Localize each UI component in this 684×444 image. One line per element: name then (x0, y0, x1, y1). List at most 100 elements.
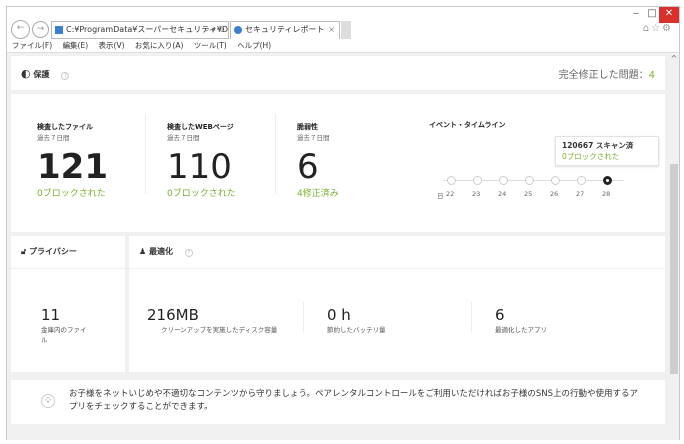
divider (275, 114, 276, 194)
stat-label: 検査したファイル (37, 123, 93, 131)
stat-period: 過去７日間 (297, 134, 330, 142)
apps-stat: 6 最適化したアプリ (495, 306, 547, 334)
broom-icon: ♟ (139, 247, 147, 256)
tab-security-report[interactable]: セキュリティレポート × (230, 21, 340, 39)
stat-value: 6 (297, 147, 319, 187)
report-content: ◐ 保護? 完全修正した問題：4 検査したファイル 過去７日間 121 0ブロッ… (7, 54, 669, 440)
timeline-point[interactable] (551, 176, 560, 185)
menu-file[interactable]: ファイル(F) (12, 41, 52, 50)
stat-vulnerabilities: 脆弱性 過去７日間 6 4修正済み (297, 122, 339, 199)
timeline-day-label: 26 (550, 190, 559, 198)
menu-favorites[interactable]: お気に入り(A) (135, 41, 183, 50)
tooltip-scans: 120667 スキャン済 (562, 141, 634, 150)
day-label: 日 (437, 192, 444, 200)
scrollbar-thumb[interactable] (670, 164, 678, 374)
fixed-issues: 完全修正した問題：4 (559, 66, 655, 81)
timeline-day-label: 24 (498, 190, 507, 198)
privacy-stat: 11 金庫内のファイル (41, 306, 91, 344)
menu-edit[interactable]: 編集(E) (63, 41, 89, 50)
protection-title-text: 保護 (33, 70, 50, 79)
help-icon[interactable]: ? (61, 72, 70, 80)
minimize-button[interactable]: ‒ (629, 7, 643, 23)
protection-header: ◐ 保護? 完全修正した問題：4 (11, 56, 665, 90)
tab-close-icon[interactable]: × (328, 22, 335, 38)
close-button[interactable]: ✕ (659, 7, 679, 23)
stat-label: 検査したWEBページ (167, 123, 234, 131)
lightbulb-icon: 💡︎ (41, 394, 55, 408)
new-tab-button[interactable] (341, 21, 351, 39)
battery-stat: 0 h 節約したバッテリ量 (327, 306, 386, 334)
disk-stat: 216MB クリーンアップを実施したディスク容量 (147, 306, 277, 334)
tooltip-blocked: 0ブロックされた (562, 152, 620, 161)
ie-icon (234, 26, 242, 34)
timeline-point[interactable] (499, 176, 508, 185)
timeline-point[interactable] (447, 176, 456, 185)
divider (471, 302, 472, 332)
divider (129, 268, 665, 269)
browser-tools[interactable]: ⌂☆⚙ (643, 23, 673, 34)
stat-note: 0ブロックされた (167, 189, 236, 199)
forward-button[interactable]: → (32, 21, 49, 38)
timeline-point[interactable] (525, 176, 534, 185)
protection-title: ◐ 保護? (21, 67, 70, 80)
stat-webpages: 検査したWEBページ 過去７日間 110 0ブロックされた (167, 122, 236, 199)
privacy-value: 11 (41, 306, 61, 324)
event-timeline: イベント・タイムライン 120667 スキャン済 0ブロックされた 日 22 23… (429, 120, 659, 220)
menu-view[interactable]: 表示(V) (99, 41, 125, 50)
privacy-title: 🔓︎ プライバシー (21, 246, 77, 257)
apps-label: 最適化したアプリ (495, 326, 547, 334)
stat-value: 121 (37, 147, 108, 187)
timeline-day-label: 23 (472, 190, 481, 198)
timeline-point[interactable] (603, 176, 612, 185)
stat-value: 110 (167, 147, 232, 187)
privacy-label: 金庫内のファイル (41, 326, 87, 344)
apps-value: 6 (495, 306, 505, 324)
search-refresh-icon[interactable]: ⌕ ▾ ↻ (205, 22, 225, 38)
gear-icon[interactable]: ⚙ (662, 23, 673, 34)
divider (11, 268, 125, 269)
optimization-panel: ♟ 最適化? 216MB クリーンアップを実施したディスク容量 0 h 節約したバッ… (129, 236, 665, 372)
address-bar[interactable]: C:¥ProgramData¥スーパーセキュリティ¥Desk ⌕ ▾ ↻ (51, 21, 229, 39)
scroll-up-icon[interactable]: ^ (669, 54, 679, 63)
browser-window: ‒ □ ✕ ← → C:¥ProgramData¥スーパーセキュリティ¥Desk… (6, 6, 680, 440)
menu-tools[interactable]: ツール(T) (194, 41, 227, 50)
lock-icon: 🔓︎ (21, 247, 27, 256)
stat-period: 過去７日間 (167, 134, 200, 142)
timeline-tooltip: 120667 スキャン済 0ブロックされた (555, 136, 659, 166)
scrollbar[interactable]: ^ (669, 54, 679, 440)
divider (145, 114, 146, 194)
stat-period: 過去７日間 (37, 134, 70, 142)
privacy-panel: 🔓︎ プライバシー 11 金庫内のファイル (11, 236, 125, 372)
stat-note: 4修正済み (297, 189, 339, 199)
timeline-day-label: 22 (446, 190, 455, 198)
help-icon[interactable]: ? (184, 249, 193, 257)
parental-control-tip: お子様をネットいじめや不適切なコンテンツから守りましょう。ペアレンタルコントロー… (69, 389, 638, 412)
fixed-issues-count: 4 (648, 70, 655, 81)
timeline-point[interactable] (473, 176, 482, 185)
home-icon[interactable]: ⌂ (643, 23, 651, 34)
tab-title: セキュリティレポート (245, 25, 325, 34)
menu-help[interactable]: ヘルプ(H) (237, 41, 271, 50)
timeline-point[interactable] (577, 176, 586, 185)
optimization-title-text: 最適化 (148, 247, 173, 256)
menu-bar: ファイル(F) 編集(E) 表示(V) お気に入り(A) ツール(T) ヘルプ(… (7, 39, 679, 53)
timeline-day-label: 25 (524, 190, 533, 198)
disk-value: 216MB (147, 306, 199, 324)
stat-files: 検査したファイル 過去７日間 121 0ブロックされた (37, 122, 108, 199)
fixed-issues-label: 完全修正した問題： (558, 70, 649, 81)
protection-stats: 検査したファイル 過去７日間 121 0ブロックされた 検査したWEBページ 過… (11, 94, 665, 232)
timeline-title: イベント・タイムライン (429, 121, 506, 129)
stat-label: 脆弱性 (297, 123, 318, 131)
back-button[interactable]: ← (11, 20, 30, 39)
title-bar: ‒ □ ✕ ← → C:¥ProgramData¥スーパーセキュリティ¥Desk… (7, 7, 679, 39)
shield-icon: ◐ (21, 67, 31, 80)
page-icon (55, 26, 63, 34)
timeline-day-label: 28 (602, 190, 611, 198)
maximize-button[interactable]: □ (645, 7, 659, 23)
tip-panel: 💡︎ お子様をネットいじめや不適切なコンテンツから守りましょう。ペアレンタルコン… (11, 380, 665, 424)
battery-label: 節約したバッテリ量 (327, 326, 386, 334)
timeline-day-label: 27 (576, 190, 585, 198)
favorites-icon[interactable]: ☆ (651, 23, 662, 34)
divider (303, 302, 304, 332)
disk-label: クリーンアップを実施したディスク容量 (161, 326, 278, 334)
